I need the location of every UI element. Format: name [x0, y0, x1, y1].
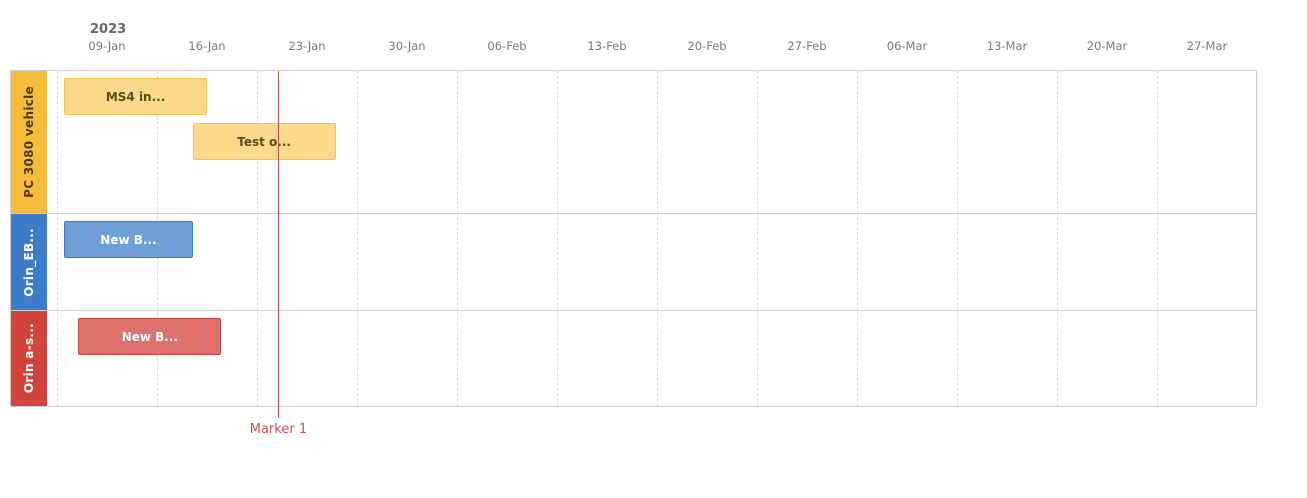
gridline	[557, 71, 558, 406]
lane-label: Orin a-s...	[11, 311, 47, 406]
lane-separator	[11, 310, 1256, 311]
year-label: 2023	[90, 22, 127, 37]
task-bar[interactable]: MS4 in...	[64, 78, 207, 115]
gridline	[757, 71, 758, 406]
tick-label: 27-Mar	[1186, 39, 1228, 53]
lane-separator	[11, 213, 1256, 214]
lane-label: PC 3080 vehicle	[11, 71, 47, 213]
task-bar[interactable]: Test o...	[192, 123, 336, 160]
tick-label: 13-Mar	[986, 39, 1028, 53]
task-bar[interactable]: New B...	[64, 221, 193, 258]
gridline	[657, 71, 658, 406]
gridline	[257, 71, 258, 406]
gridline	[57, 71, 58, 406]
tick-label: 06-Mar	[886, 39, 928, 53]
lane-label: Orin_EB...	[11, 214, 47, 310]
task-bar[interactable]: New B...	[78, 318, 222, 355]
timeline-grid	[10, 70, 1257, 407]
tick-label: 13-Feb	[587, 39, 627, 53]
gridline	[957, 71, 958, 406]
tick-label: 06-Feb	[487, 39, 527, 53]
gridline	[457, 71, 458, 406]
tick-label: 20-Feb	[687, 39, 727, 53]
marker-label: Marker 1	[249, 422, 308, 437]
gridline	[1057, 71, 1058, 406]
gridline	[357, 71, 358, 406]
tick-label: 09-Jan	[88, 39, 126, 53]
tick-label: 16-Jan	[188, 39, 226, 53]
gridline	[857, 71, 858, 406]
gantt-timeline: 2023 09-Jan 16-Jan 23-Jan 30-Jan 06-Feb 13-Fe…	[0, 0, 1307, 498]
tick-label: 27-Feb	[787, 39, 827, 53]
tick-label: 23-Jan	[288, 39, 326, 53]
gridline	[1157, 71, 1158, 406]
marker-line	[278, 71, 280, 418]
tick-label: 20-Mar	[1086, 39, 1128, 53]
tick-label: 30-Jan	[388, 39, 426, 53]
